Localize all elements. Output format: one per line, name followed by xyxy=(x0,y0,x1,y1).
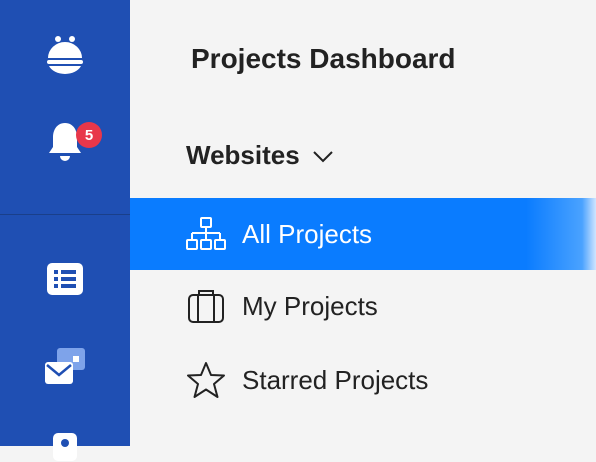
section-label: Websites xyxy=(186,139,300,170)
rail-divider xyxy=(0,214,130,215)
star-icon xyxy=(186,360,226,400)
projects-panel: Projects Dashboard Websites All Projects… xyxy=(130,0,596,446)
list-icon[interactable] xyxy=(0,260,130,298)
app-logo-icon[interactable] xyxy=(0,32,130,82)
nav-item-my-projects[interactable]: My Projects xyxy=(130,270,596,342)
nav-item-all-projects[interactable]: All Projects xyxy=(130,198,596,270)
nav-item-label: All Projects xyxy=(242,218,373,249)
messages-icon[interactable] xyxy=(0,344,130,390)
notification-badge: 5 xyxy=(76,122,102,148)
nav-item-label: My Projects xyxy=(242,290,378,321)
nav-item-label: Starred Projects xyxy=(242,364,429,395)
briefcase-icon xyxy=(186,286,226,326)
chevron-down-icon xyxy=(312,151,333,163)
left-rail: 5 xyxy=(0,0,130,461)
section-websites-dropdown[interactable]: Websites xyxy=(186,138,334,172)
bell-icon[interactable] xyxy=(0,118,130,164)
sitemap-icon xyxy=(186,214,226,254)
nav-item-starred-projects[interactable]: Starred Projects xyxy=(130,344,596,416)
user-icon[interactable] xyxy=(0,432,130,462)
page-title: Projects Dashboard xyxy=(191,43,456,74)
